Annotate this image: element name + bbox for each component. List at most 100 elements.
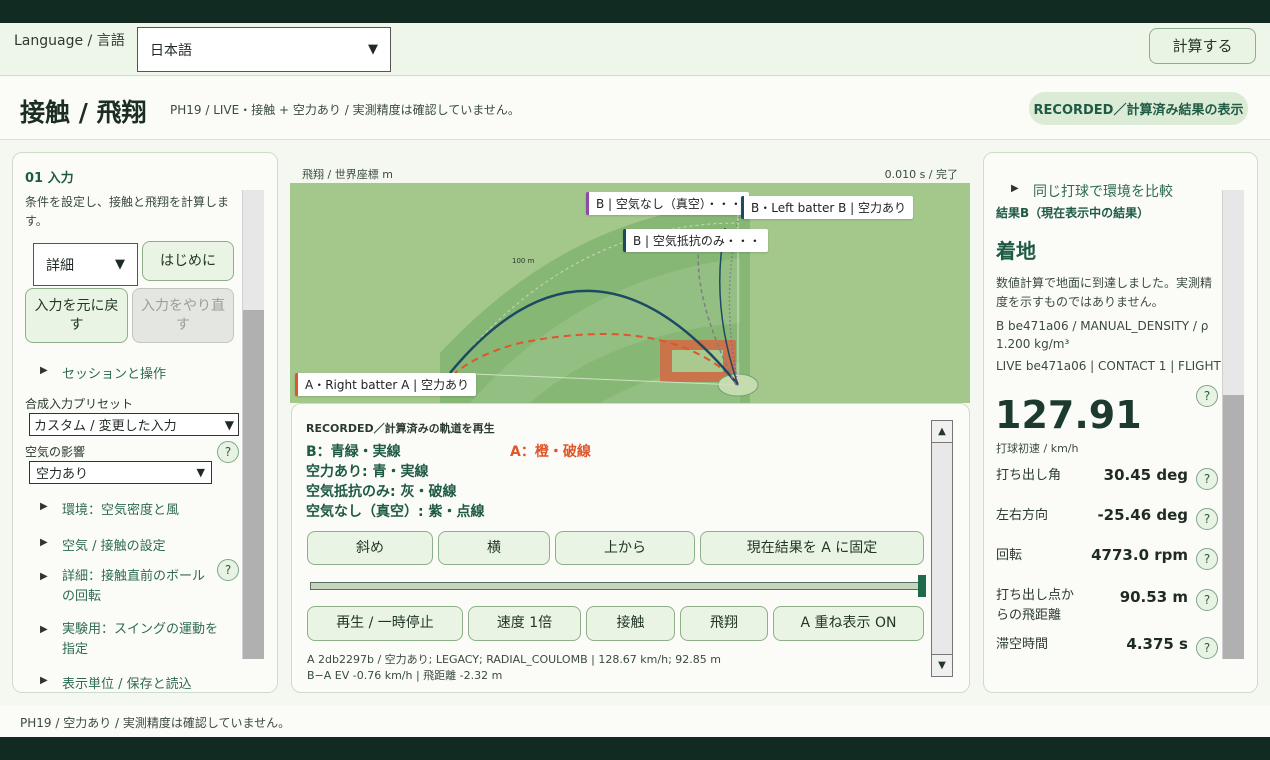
- caret-right-icon: ▶: [40, 501, 48, 512]
- air-label: 空気の影響: [25, 445, 86, 459]
- result-state: 着地: [996, 239, 1036, 263]
- view-side-button[interactable]: 横: [438, 531, 550, 565]
- section-units-label: 表示単位 / 保存と読込: [62, 677, 192, 692]
- caret-right-icon: ▶: [40, 571, 48, 582]
- input-heading: 01 入力: [25, 171, 74, 186]
- replay-panel: RECORDED／計算済みの軌道を再生 B：青緑・実線 A：橙・破線 空力あり:…: [291, 403, 970, 693]
- caret-right-icon: ▶: [40, 537, 48, 548]
- language-select[interactable]: 日本語 ▼: [137, 27, 391, 72]
- metric-label: 滞空時間: [996, 637, 1049, 652]
- input-scrollbar[interactable]: [242, 190, 264, 659]
- metric-label: 打ち出し角: [996, 468, 1062, 483]
- overlay-a-button[interactable]: A 重ね表示 ON: [773, 606, 924, 641]
- metric-launch-angle: 打ち出し角 30.45 deg ?: [996, 466, 1218, 496]
- replay-title: RECORDED／計算済みの軌道を再生: [306, 422, 495, 435]
- result-state-desc: 数値計算で地面に到達しました。実測精度を示すものではありません。: [996, 276, 1213, 310]
- speed-button[interactable]: 速度 1倍: [468, 606, 581, 641]
- page-title: 接触 / 飛翔: [20, 98, 147, 127]
- spin-help-icon[interactable]: ?: [217, 559, 239, 581]
- velocity-help-icon[interactable]: ?: [1196, 385, 1218, 407]
- recorded-badge: RECORDED／計算済み結果の表示: [1029, 92, 1248, 125]
- result-meta-2: LIVE be471a06 | CONTACT 1 | FLIGHT 3: [996, 359, 1233, 373]
- air-select[interactable]: 空力あり ▼: [29, 461, 212, 484]
- spin-help-icon[interactable]: ?: [1196, 548, 1218, 570]
- air-help-icon[interactable]: ?: [217, 441, 239, 463]
- preset-select[interactable]: カスタム / 変更した入力 ▼: [29, 413, 239, 436]
- metric-label: 左右方向: [996, 508, 1049, 523]
- top-band: [0, 0, 1270, 23]
- scroll-down-icon[interactable]: ▼: [932, 654, 952, 676]
- metric-value: 4773.0 rpm: [1091, 546, 1188, 564]
- section-environment-label: 環境：空気密度と風: [62, 503, 180, 518]
- title-bar: 接触 / 飛翔 PH19 / LIVE・接触 + 空力あり / 実測精度は確認し…: [0, 77, 1270, 140]
- legend-b: B：青緑・実線: [306, 444, 401, 460]
- mode-value: 詳細: [46, 257, 74, 274]
- chevron-down-icon: ▼: [196, 466, 205, 479]
- top-bar: Language / 言語 日本語 ▼ 計算する: [0, 23, 1270, 76]
- tag-a-batter: A・Right batter A | 空力あり: [295, 373, 477, 396]
- replay-scrollbar[interactable]: ▲ ▼: [931, 420, 953, 677]
- view-top-button[interactable]: 上から: [555, 531, 695, 565]
- result-scrollbar-thumb[interactable]: [1223, 395, 1244, 659]
- metric-value: 4.375 s: [1126, 635, 1188, 653]
- distance-label: 100 m: [512, 257, 535, 265]
- legend-aero: 空力あり: 青・実線: [306, 464, 429, 480]
- contact-button[interactable]: 接触: [586, 606, 675, 641]
- language-label: Language / 言語: [14, 33, 125, 49]
- metric-label: 打ち出し点からの飛距離: [996, 588, 1075, 624]
- field-label: 飛翔 / 世界座標 m: [302, 168, 393, 181]
- section-spin-label: 詳細：接触直前のボールの回転: [62, 569, 206, 605]
- section-swing[interactable]: ▶ 実験用：スイングの運動を指定: [40, 620, 225, 660]
- pin-a-button[interactable]: 現在結果を A に固定: [700, 531, 924, 565]
- metric-value: -25.46 deg: [1097, 506, 1188, 524]
- legend-a: A：橙・破線: [510, 444, 591, 460]
- playback-slider-handle[interactable]: [918, 575, 926, 597]
- page-subtitle: PH19 / LIVE・接触 + 空力あり / 実測精度は確認していません。: [170, 103, 520, 117]
- tag-b-batter: B・Left batter B | 空力あり: [741, 196, 914, 219]
- play-pause-button[interactable]: 再生 / 一時停止: [307, 606, 463, 641]
- input-description: 条件を設定し、接触と飛翔を計算します。: [25, 195, 230, 229]
- field-view[interactable]: 100 m B | 空気なし（真空）・・・ B・Left batter B | …: [290, 183, 970, 403]
- caret-right-icon: ▶: [1011, 183, 1019, 194]
- undo-button[interactable]: 入力を元に戻す: [25, 288, 128, 343]
- legend-vacuum: 空気なし（真空）: 紫・点線: [306, 504, 485, 520]
- start-button[interactable]: はじめに: [142, 241, 234, 281]
- info-b: B−A EV -0.76 km/h | 飛距離 -2.32 m: [307, 669, 503, 682]
- launch-angle-help-icon[interactable]: ?: [1196, 468, 1218, 490]
- direction-help-icon[interactable]: ?: [1196, 508, 1218, 530]
- scroll-up-icon[interactable]: ▲: [932, 421, 952, 443]
- air-value: 空力あり: [36, 467, 89, 482]
- chevron-down-icon: ▼: [115, 257, 125, 272]
- result-meta-1: B be471a06 / MANUAL_DENSITY / ρ 1.200 kg…: [996, 319, 1209, 351]
- language-value: 日本語: [150, 42, 192, 59]
- section-units[interactable]: ▶ 表示単位 / 保存と読込: [40, 673, 240, 692]
- info-a: A 2db2297b / 空力あり; LEGACY; RADIAL_COULOM…: [307, 653, 721, 666]
- playback-slider[interactable]: [310, 575, 926, 597]
- distance-help-icon[interactable]: ?: [1196, 589, 1218, 611]
- section-spin[interactable]: ▶ 詳細：接触直前のボールの回転: [40, 567, 210, 607]
- replay-scrollbar-thumb[interactable]: [932, 443, 952, 655]
- redo-button[interactable]: 入力をやり直す: [132, 288, 234, 343]
- metric-distance: 打ち出し点からの飛距離 90.53 m ?: [996, 586, 1218, 630]
- result-heading: 結果B（現在表示中の結果）: [996, 206, 1150, 220]
- compare-label: 同じ打球で環境を比較: [1033, 184, 1173, 200]
- caret-right-icon: ▶: [40, 365, 48, 376]
- metric-direction: 左右方向 -25.46 deg ?: [996, 506, 1218, 536]
- compare-section[interactable]: ▶ 同じ打球で環境を比較: [1011, 181, 1211, 201]
- hang-time-help-icon[interactable]: ?: [1196, 637, 1218, 659]
- caret-right-icon: ▶: [40, 675, 48, 686]
- legend-drag: 空気抵抗のみ: 灰・破線: [306, 484, 457, 500]
- footer-status: PH19 / 空力あり / 実測精度は確認していません。: [0, 706, 1270, 737]
- mode-select[interactable]: 詳細 ▼: [33, 243, 138, 286]
- flight-button[interactable]: 飛翔: [680, 606, 768, 641]
- exit-velocity-label: 打球初速 / km/h: [996, 442, 1079, 455]
- metric-label: 回転: [996, 548, 1023, 563]
- input-scrollbar-thumb[interactable]: [243, 310, 264, 659]
- view-oblique-button[interactable]: 斜め: [307, 531, 433, 565]
- metric-value: 90.53 m: [1119, 588, 1188, 606]
- session-section[interactable]: ▶ セッションと操作: [40, 363, 240, 382]
- section-air-contact[interactable]: ▶ 空気 / 接触の設定: [40, 535, 240, 554]
- result-scrollbar[interactable]: [1222, 190, 1244, 659]
- compute-button[interactable]: 計算する: [1149, 28, 1256, 64]
- section-environment[interactable]: ▶ 環境：空気密度と風: [40, 499, 240, 518]
